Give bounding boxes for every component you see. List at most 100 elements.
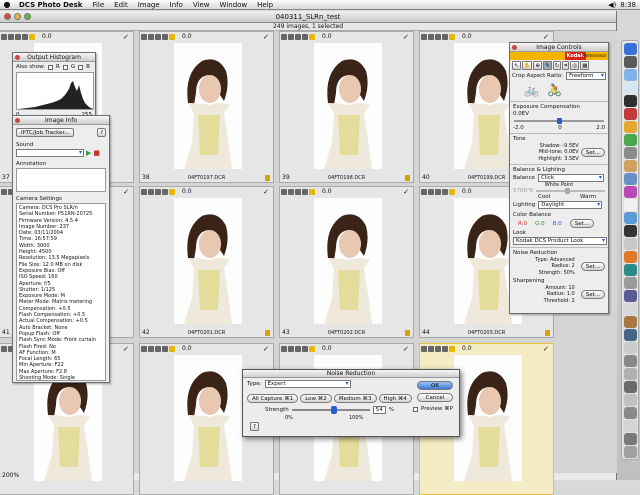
strength-input[interactable]: 54 [372,406,386,414]
image-controls-titlebar[interactable]: Image Controls [510,43,608,52]
tag-icon[interactable] [148,345,154,352]
dock-app-icon[interactable] [623,173,637,185]
preset-medium-button[interactable]: Medium ⌘3 [333,394,377,403]
dock-app-icon[interactable] [623,446,637,458]
sound-icon[interactable] [302,345,308,352]
rotate-icon[interactable] [281,33,287,40]
play-icon[interactable]: ▶ [86,149,91,157]
tag-icon[interactable] [148,33,154,40]
dock-app-icon[interactable] [623,355,637,367]
dock-app-icon[interactable] [623,212,637,224]
rotate-icon[interactable] [421,345,427,352]
dock-app-icon[interactable] [623,69,637,81]
white-point-slider[interactable] [536,188,605,195]
dock-app-icon[interactable] [623,186,637,198]
checkmark-icon[interactable]: ✓ [263,33,269,41]
rotate-icon[interactable] [1,33,7,40]
rotate-icon[interactable] [421,33,427,40]
dock-app-icon[interactable] [623,316,637,328]
warning-icon[interactable] [169,188,175,195]
dock-app-icon[interactable] [623,225,637,237]
rotate-icon[interactable] [141,33,147,40]
dock-app-icon[interactable] [623,381,637,393]
close-window-icon[interactable] [4,13,11,20]
sound-icon[interactable] [302,33,308,40]
dock-app-icon[interactable] [623,329,637,341]
checkmark-icon[interactable]: ✓ [403,345,409,353]
dock-app-icon[interactable] [623,199,637,211]
menu-window[interactable]: Window [215,1,253,9]
warning-icon[interactable] [309,33,315,40]
preview-checkbox[interactable] [413,406,419,412]
menu-file[interactable]: File [87,1,109,9]
checkmark-icon[interactable]: ✓ [403,33,409,41]
dock-app-icon[interactable] [623,134,637,146]
warning-icon[interactable] [449,188,455,195]
thumbnail-cell[interactable]: 0.0 ✓ 42 04FT0201.DCR [139,186,274,338]
lighting-select[interactable]: Daylight [538,201,603,210]
dock-app-icon[interactable] [623,160,637,172]
ok-button[interactable]: OK [417,381,453,390]
redeye-tool-icon[interactable]: ◎ [570,61,580,70]
white-point-thumb[interactable] [565,188,571,195]
dock-app-icon[interactable] [623,108,637,120]
photo-thumbnail[interactable] [314,43,382,169]
record-icon[interactable]: ■ [93,149,100,157]
color-balance-set-button[interactable]: Set... [569,219,595,229]
flash-portrait-icon[interactable]: 🚴 [547,83,562,97]
rotate-icon[interactable] [281,188,287,195]
tag-icon[interactable] [428,33,434,40]
checkmark-icon[interactable]: ✓ [123,188,129,196]
flag-icon[interactable] [155,345,161,352]
dock-app-icon[interactable] [623,342,637,354]
dock-app-icon[interactable] [623,56,637,68]
type-select[interactable]: Expert [264,380,351,388]
warning-icon[interactable] [449,345,455,352]
dock-app-icon[interactable] [623,433,637,445]
menu-info[interactable]: Info [165,1,188,9]
photo-thumbnail[interactable] [174,355,242,481]
crop-select[interactable]: Freeform [566,72,606,80]
crop-tool-icon[interactable]: ⌗ [562,61,570,70]
exposure-slider[interactable] [514,118,604,124]
look-select[interactable]: Kodak DCS Product Look [513,237,607,246]
minimize-window-icon[interactable] [14,13,21,20]
dock-app-icon[interactable] [623,95,637,107]
rotate-icon[interactable] [1,345,7,352]
tag-icon[interactable] [8,33,14,40]
iptc-button[interactable]: IPTC/Job Tracker... [16,128,75,137]
dock-app-icon[interactable] [623,290,637,302]
flag-icon[interactable] [155,188,161,195]
dock-app-icon[interactable] [623,238,637,250]
thumbnail-cell[interactable]: 0.0 ✓ 39 04FT0198.DCR [279,31,414,183]
zoom-level[interactable]: 200% [2,472,19,479]
flag-icon[interactable] [435,188,441,195]
checkmark-icon[interactable]: ✓ [123,345,129,353]
select-tool-icon[interactable]: ↖ [512,61,521,70]
sound-select[interactable] [16,149,84,157]
help-button[interactable]: ? [97,128,106,137]
rotate-icon[interactable] [421,188,427,195]
dock-app-icon[interactable] [623,147,637,159]
zoom-window-icon[interactable] [24,13,31,20]
menu-app-name[interactable]: DCS Photo Desk [14,1,87,9]
preset-all-capture-button[interactable]: All Capture ⌘1 [247,394,299,403]
warning-icon[interactable] [29,33,35,40]
sound-icon[interactable] [162,345,168,352]
rotate-tool-icon[interactable]: ↻ [552,61,562,70]
checkbox-r[interactable] [48,64,54,70]
menu-clock[interactable]: 8:38 [620,1,636,9]
sound-icon[interactable] [22,33,28,40]
sound-icon[interactable] [442,345,448,352]
flag-icon[interactable] [295,33,301,40]
tag-icon[interactable] [288,33,294,40]
checkmark-icon[interactable]: ✓ [403,188,409,196]
checkmark-icon[interactable]: ✓ [543,33,549,41]
dock-app-icon[interactable] [623,264,637,276]
photo-thumbnail[interactable] [174,198,242,324]
checkbox-b[interactable] [78,64,84,70]
grid-tool-icon[interactable]: ▦ [580,61,590,70]
tag-icon[interactable] [288,188,294,195]
thumbnail-cell[interactable]: 0.0 ✓ 43 04FT0202.DCR [279,186,414,338]
close-icon[interactable] [15,55,20,60]
